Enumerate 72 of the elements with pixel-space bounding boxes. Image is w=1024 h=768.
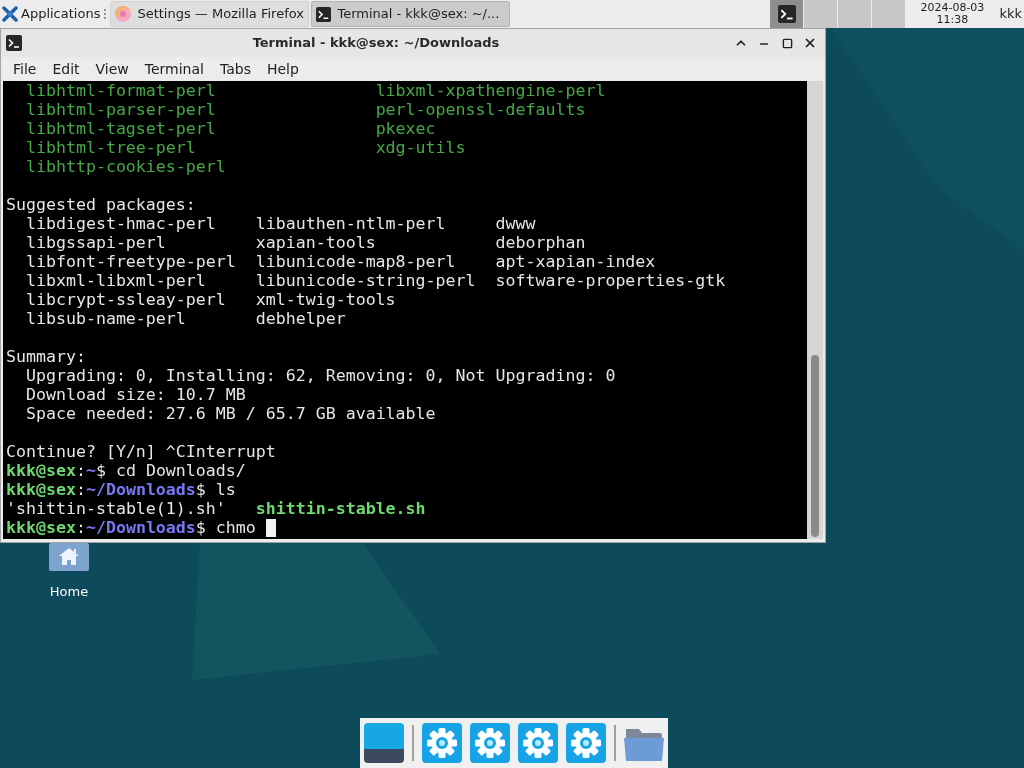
settings-launcher-button[interactable]: [518, 723, 558, 763]
package-name: libhtml-parser-perl: [25, 100, 216, 119]
package-name: libauthen-ntlm-perl: [255, 214, 446, 233]
output-line: Continue? [Y/n] ^CInterrupt: [6, 442, 276, 461]
package-name: dwww: [495, 214, 536, 233]
package-name: debhelper: [255, 309, 346, 328]
settings-launcher-button[interactable]: [566, 723, 606, 763]
package-name: pkexec: [375, 119, 436, 138]
terminal-icon: [316, 6, 332, 22]
package-name: libxml-libxml-perl: [25, 271, 206, 290]
package-name: software-properties-gtk: [495, 271, 726, 290]
workspace-button[interactable]: [770, 0, 804, 28]
package-name: libhtml-tree-perl: [25, 138, 196, 157]
file-name: 'shittin-stable(1).sh': [6, 499, 226, 518]
package-name: libgssapi-perl: [25, 233, 166, 252]
package-name: libdigest-hmac-perl: [25, 214, 216, 233]
scrollbar-track[interactable]: [807, 81, 823, 539]
clock-time: 11:38: [936, 14, 969, 26]
desktop-icon: [364, 723, 404, 763]
package-name: libhttp-cookies-perl: [25, 157, 226, 176]
package-name: libhtml-format-perl: [25, 81, 216, 100]
maximize-icon: [781, 37, 793, 49]
globe-icon: [115, 6, 132, 22]
applications-menu-button[interactable]: Applications: [0, 0, 104, 28]
menu-item[interactable]: Help: [258, 57, 307, 81]
package-name: libxml-xpathengine-perl: [375, 81, 606, 100]
package-name: apt-xapian-index: [495, 252, 656, 271]
summary-line: Space needed: 27.6 MB / 65.7 GB available: [25, 404, 436, 423]
section-heading: Suggested packages:: [6, 195, 196, 214]
package-name: libcrypt-ssleay-perl: [25, 290, 226, 309]
clock-date: 2024-08-03: [920, 2, 985, 14]
summary-line: Download size: 10.7 MB: [25, 385, 246, 404]
package-name: xapian-tools: [255, 233, 376, 252]
package-name: libsub-name-perl: [25, 309, 186, 328]
taskbar-button[interactable]: Terminal - kkk@sex: ~/...: [311, 1, 511, 27]
package-name: xml-twig-tools: [255, 290, 396, 309]
terminal-icon: [777, 5, 796, 23]
menu-item[interactable]: Tabs: [211, 57, 259, 81]
command-line: kkk@sex:~/Downloads$ chmo: [6, 518, 256, 537]
package-name: libunicode-map8-perl: [255, 252, 456, 271]
app-menu-icon: [2, 6, 18, 22]
section-heading: Summary:: [6, 347, 86, 366]
taskbar-button[interactable]: Settings — Mozilla Firefox: [110, 1, 310, 27]
package-name: deborphan: [495, 233, 586, 252]
file-name: shittin-stable.sh: [255, 499, 426, 518]
show-desktop-button[interactable]: [364, 723, 404, 763]
desktop-icon-label[interactable]: Home: [49, 582, 89, 602]
grip-icon: [103, 8, 108, 20]
package-name: libfont-freetype-perl: [25, 252, 236, 271]
package-name: perl-openssl-defaults: [375, 100, 586, 119]
package-name: xdg-utils: [375, 138, 466, 157]
menu-item[interactable]: View: [87, 57, 137, 81]
gear-icon: [422, 723, 462, 763]
menu-item[interactable]: Terminal: [136, 57, 212, 81]
terminal-icon: [6, 35, 22, 51]
scrollbar-thumb[interactable]: [811, 355, 819, 537]
menu-item[interactable]: Edit: [44, 57, 88, 81]
window-title: Terminal - kkk@sex: ~/Downloads: [251, 34, 501, 53]
gear-icon: [518, 723, 558, 763]
command-line: kkk@sex:~/Downloads$ ls: [6, 480, 236, 499]
settings-launcher-button[interactable]: [470, 723, 510, 763]
gear-icon: [566, 723, 606, 763]
package-name: libhtml-tagset-perl: [25, 119, 216, 138]
user-name[interactable]: kkk: [999, 4, 1024, 24]
home-folder-icon[interactable]: [49, 543, 89, 571]
close-icon: [803, 36, 817, 50]
settings-launcher-button[interactable]: [422, 723, 462, 763]
package-name: libunicode-string-perl: [255, 271, 476, 290]
menu-item[interactable]: File: [5, 57, 45, 81]
gear-icon: [470, 723, 510, 763]
summary-line: Upgrading: 0, Installing: 62, Removing: 0, Not Upgrading: 0: [25, 366, 616, 385]
command-line: kkk@sex:~$ cd Downloads/: [6, 461, 246, 480]
